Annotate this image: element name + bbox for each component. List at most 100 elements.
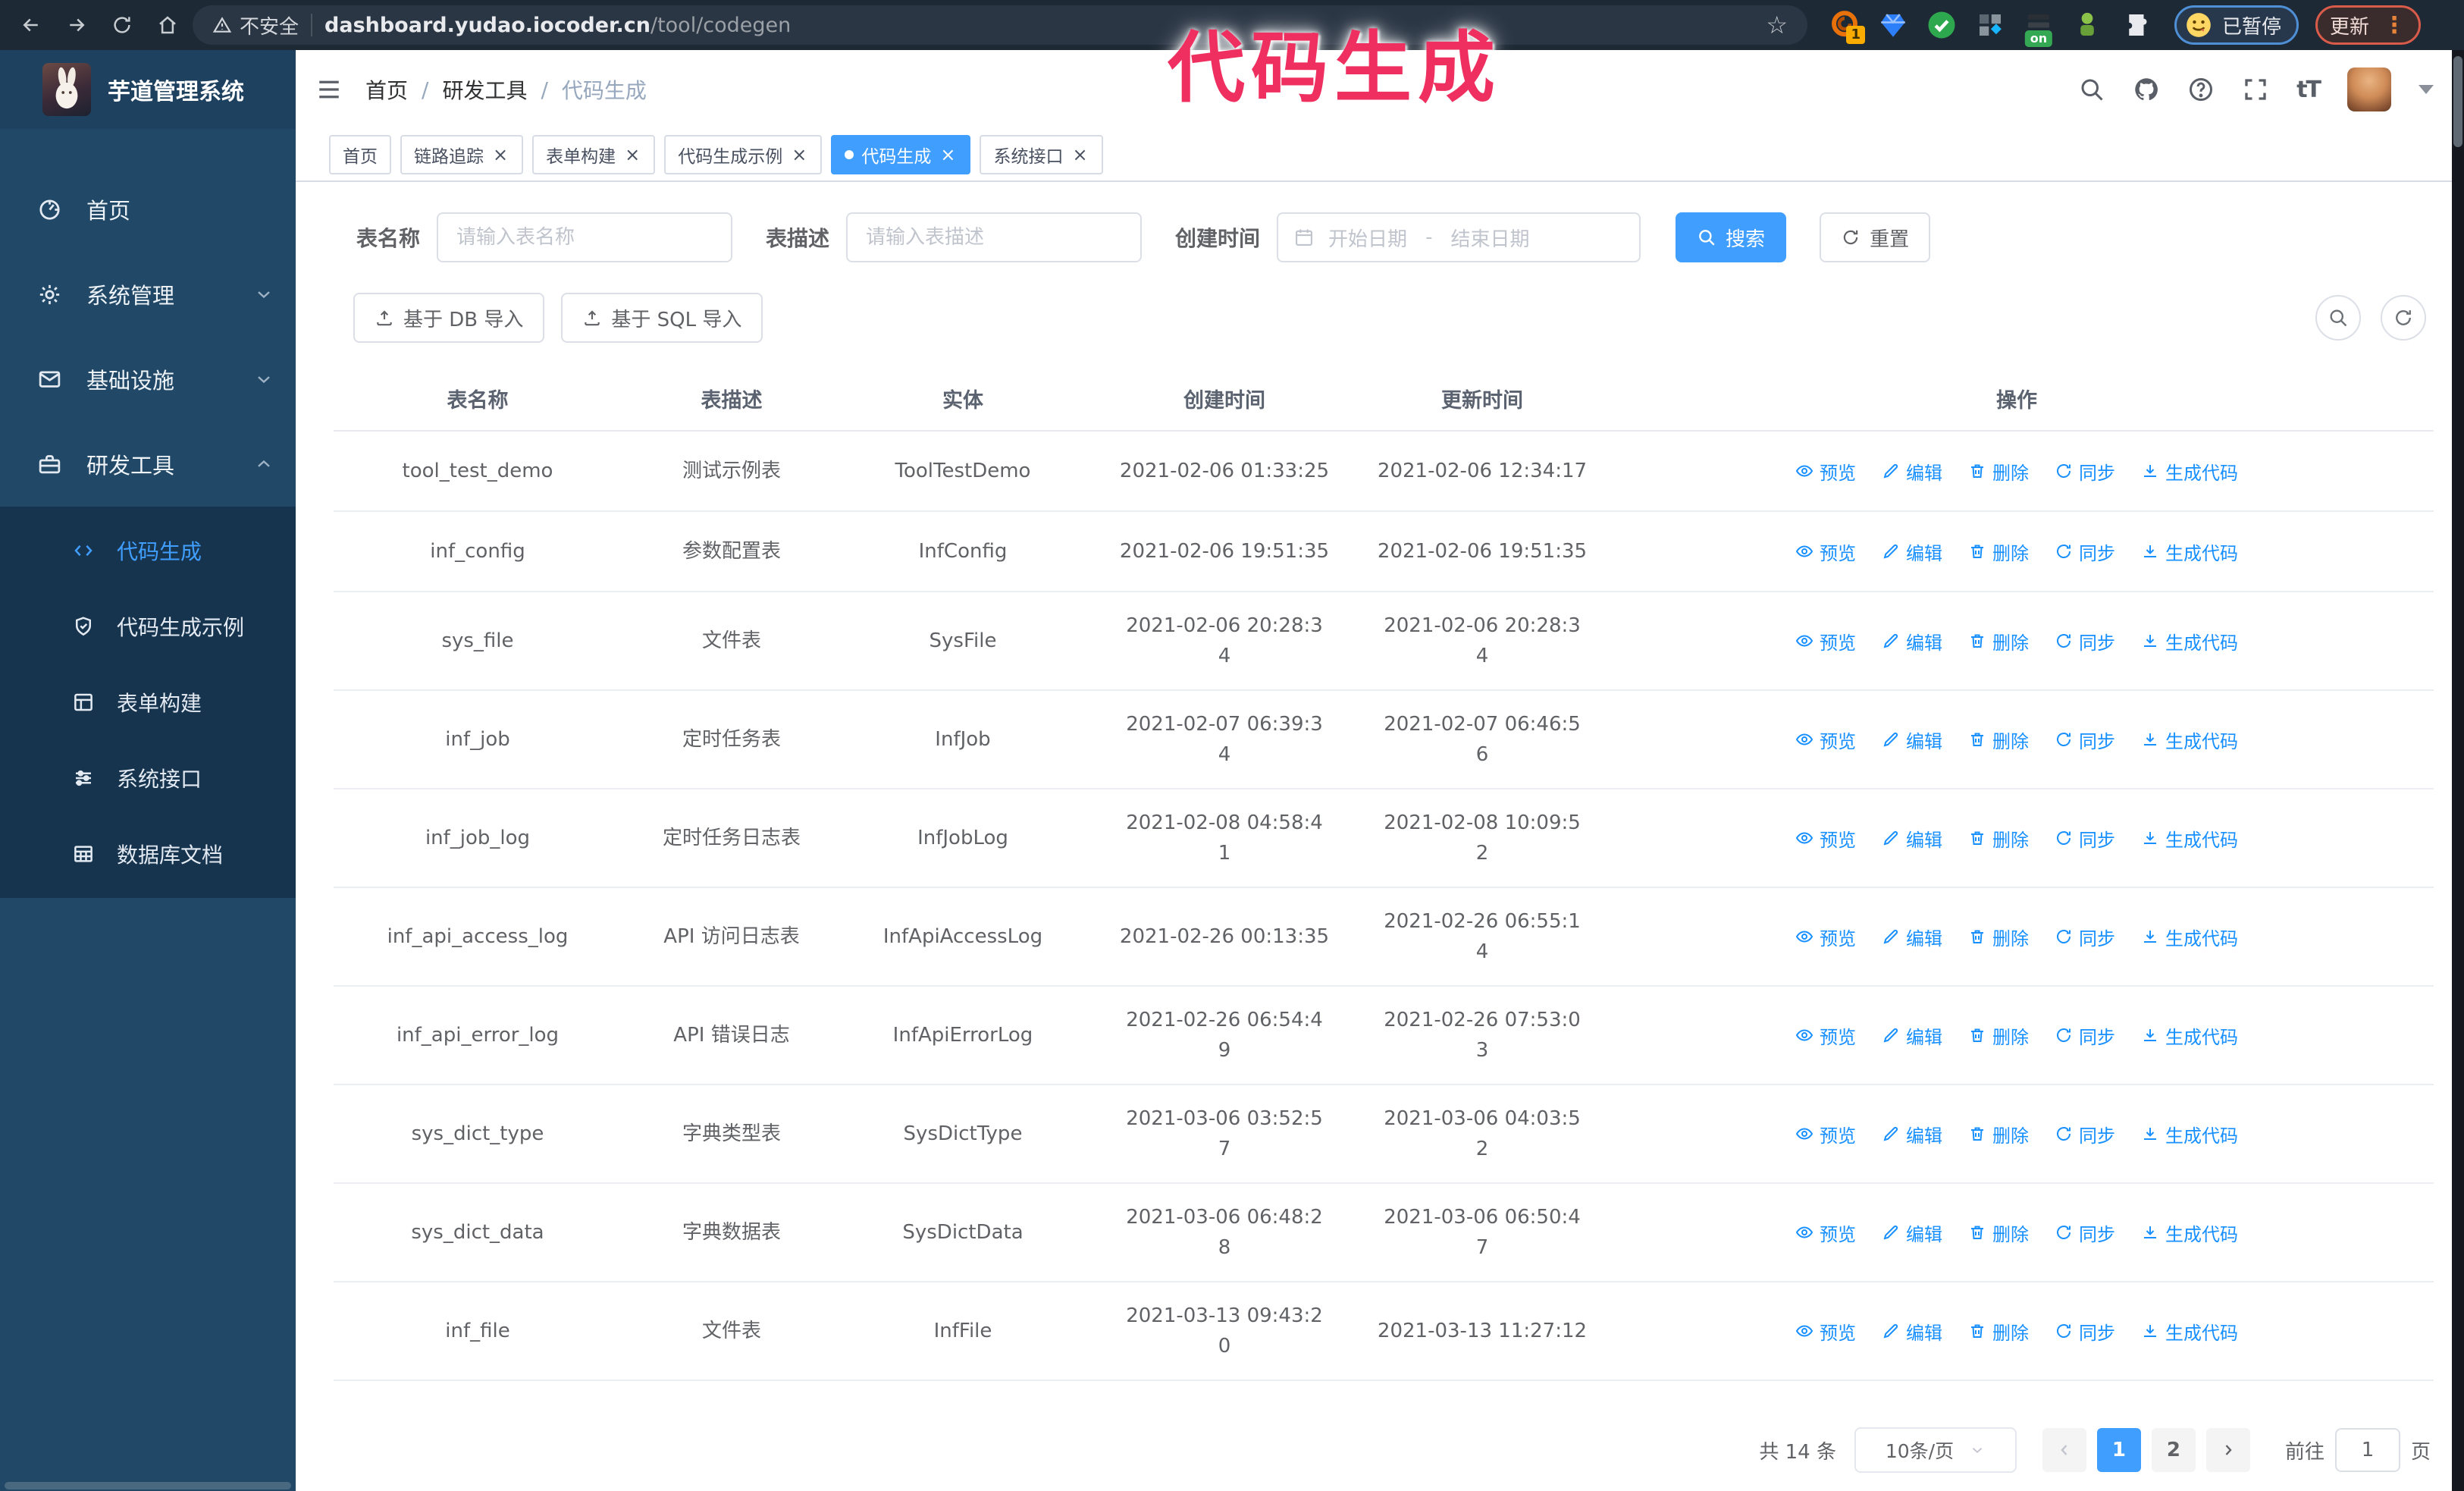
breadcrumb-item[interactable]: 研发工具: [442, 74, 527, 105]
scrollbar-thumb[interactable]: [2453, 56, 2462, 147]
ext-green-droid-icon[interactable]: [2071, 9, 2103, 41]
row-action-link[interactable]: 删除: [1968, 727, 2029, 753]
row-action-link[interactable]: 同步: [2055, 1219, 2115, 1246]
tab[interactable]: 代码生成 ×: [831, 135, 971, 174]
browser-update-button[interactable]: 更新 ⋮: [2315, 5, 2422, 45]
row-action-link[interactable]: 编辑: [1882, 1121, 1942, 1147]
vertical-scrollbar[interactable]: [2452, 50, 2464, 1491]
page-number-button[interactable]: 2: [2151, 1428, 2196, 1472]
reload-icon[interactable]: [102, 5, 143, 46]
back-icon[interactable]: [11, 5, 52, 46]
github-icon[interactable]: [2133, 76, 2160, 103]
row-action-link[interactable]: 生成代码: [2141, 458, 2238, 485]
next-page-button[interactable]: [2205, 1428, 2250, 1472]
sidebar-menu-item[interactable]: 基础设施: [0, 337, 296, 422]
row-action-link[interactable]: 同步: [2055, 458, 2115, 485]
row-action-link[interactable]: 编辑: [1882, 924, 1942, 950]
page-size-select[interactable]: 10条/页: [1854, 1427, 2017, 1473]
forward-icon[interactable]: [56, 5, 97, 46]
sidebar-menu-item[interactable]: 系统管理: [0, 252, 296, 337]
row-action-link[interactable]: 删除: [1968, 1318, 2029, 1345]
home-icon[interactable]: [147, 5, 188, 46]
row-action-link[interactable]: 预览: [1795, 538, 1856, 565]
row-action-link[interactable]: 删除: [1968, 1219, 2029, 1246]
table-desc-input[interactable]: [846, 212, 1143, 262]
row-action-link[interactable]: 删除: [1968, 924, 2029, 950]
sidebar-menu-item[interactable]: 首页: [0, 167, 296, 252]
horizontal-scrollbar[interactable]: [5, 1482, 291, 1489]
row-action-link[interactable]: 编辑: [1882, 1022, 1942, 1049]
profile-paused-button[interactable]: 已暂停: [2174, 5, 2299, 45]
db-import-button[interactable]: 基于 DB 导入: [353, 293, 545, 343]
search-button[interactable]: 搜索: [1676, 212, 1787, 262]
table-name-input[interactable]: [437, 212, 733, 262]
tab-close-icon[interactable]: ×: [1071, 144, 1089, 165]
row-action-link[interactable]: 生成代码: [2141, 825, 2238, 852]
tab-close-icon[interactable]: ×: [623, 144, 641, 165]
row-action-link[interactable]: 预览: [1795, 458, 1856, 485]
row-action-link[interactable]: 预览: [1795, 1318, 1856, 1345]
browser-menu-icon[interactable]: ⋮: [2383, 12, 2406, 39]
breadcrumb-item[interactable]: 首页: [365, 74, 408, 105]
row-action-link[interactable]: 生成代码: [2141, 727, 2238, 753]
fullscreen-icon[interactable]: [2242, 76, 2269, 103]
search-icon[interactable]: [2078, 76, 2105, 103]
row-action-link[interactable]: 同步: [2055, 538, 2115, 565]
not-secure-warning[interactable]: 不安全: [212, 11, 299, 39]
tab-close-icon[interactable]: ×: [491, 144, 509, 165]
row-action-link[interactable]: 生成代码: [2141, 1318, 2238, 1345]
breadcrumb-item[interactable]: 代码生成: [562, 74, 647, 105]
end-date-placeholder[interactable]: 结束日期: [1450, 224, 1529, 252]
ext-orange-icon[interactable]: 1: [1829, 9, 1865, 44]
page-number-button[interactable]: 1: [2096, 1428, 2141, 1472]
row-action-link[interactable]: 生成代码: [2141, 1219, 2238, 1246]
tab[interactable]: 表单构建 ×: [532, 135, 656, 174]
row-action-link[interactable]: 删除: [1968, 628, 2029, 654]
row-action-link[interactable]: 删除: [1968, 538, 2029, 565]
row-action-link[interactable]: 生成代码: [2141, 1121, 2238, 1147]
sql-import-button[interactable]: 基于 SQL 导入: [561, 293, 763, 343]
row-action-link[interactable]: 编辑: [1882, 825, 1942, 852]
row-action-link[interactable]: 预览: [1795, 1121, 1856, 1147]
tab[interactable]: 系统接口 ×: [980, 135, 1103, 174]
prev-page-button[interactable]: [2042, 1428, 2086, 1472]
row-action-link[interactable]: 删除: [1968, 1022, 2029, 1049]
row-action-link[interactable]: 同步: [2055, 727, 2115, 753]
row-action-link[interactable]: 预览: [1795, 825, 1856, 852]
tab[interactable]: 链路追踪 ×: [400, 135, 524, 174]
sidebar-submenu-item[interactable]: 数据库文档: [0, 816, 296, 892]
row-action-link[interactable]: 同步: [2055, 1318, 2115, 1345]
sidebar-submenu-item[interactable]: 系统接口: [0, 740, 296, 816]
avatar[interactable]: [2347, 67, 2391, 111]
help-icon[interactable]: [2187, 76, 2215, 103]
row-action-link[interactable]: 预览: [1795, 1022, 1856, 1049]
row-action-link[interactable]: 同步: [2055, 628, 2115, 654]
extensions-puzzle-icon[interactable]: [2120, 9, 2152, 41]
row-action-link[interactable]: 删除: [1968, 458, 2029, 485]
font-size-icon[interactable]: tT: [2296, 77, 2321, 103]
row-action-link[interactable]: 预览: [1795, 727, 1856, 753]
row-action-link[interactable]: 编辑: [1882, 458, 1942, 485]
goto-page-input[interactable]: [2334, 1428, 2400, 1472]
ext-grid-icon[interactable]: [1974, 9, 2006, 41]
ext-dark-on-icon[interactable]: on: [2023, 9, 2055, 47]
row-action-link[interactable]: 编辑: [1882, 538, 1942, 565]
sidebar-submenu-item[interactable]: 代码生成示例: [0, 589, 296, 664]
row-action-link[interactable]: 同步: [2055, 1121, 2115, 1147]
tab[interactable]: 首页 ×: [329, 135, 391, 174]
row-action-link[interactable]: 编辑: [1882, 628, 1942, 654]
sidebar-menu-item[interactable]: 研发工具: [0, 422, 296, 507]
toggle-search-button[interactable]: [2315, 295, 2361, 341]
row-action-link[interactable]: 预览: [1795, 924, 1856, 950]
row-action-link[interactable]: 生成代码: [2141, 1022, 2238, 1049]
row-action-link[interactable]: 生成代码: [2141, 924, 2238, 950]
bookmark-star-icon[interactable]: ☆: [1766, 11, 1788, 39]
row-action-link[interactable]: 同步: [2055, 924, 2115, 950]
tab[interactable]: 代码生成示例 ×: [664, 135, 823, 174]
reset-button[interactable]: 重置: [1820, 212, 1931, 262]
address-bar[interactable]: 不安全 dashboard.yudao.iocoder.cn/tool/code…: [193, 5, 1807, 45]
user-dropdown-caret-icon[interactable]: [2419, 85, 2434, 94]
hamburger-icon[interactable]: [315, 76, 343, 103]
row-action-link[interactable]: 预览: [1795, 628, 1856, 654]
row-action-link[interactable]: 删除: [1968, 1121, 2029, 1147]
